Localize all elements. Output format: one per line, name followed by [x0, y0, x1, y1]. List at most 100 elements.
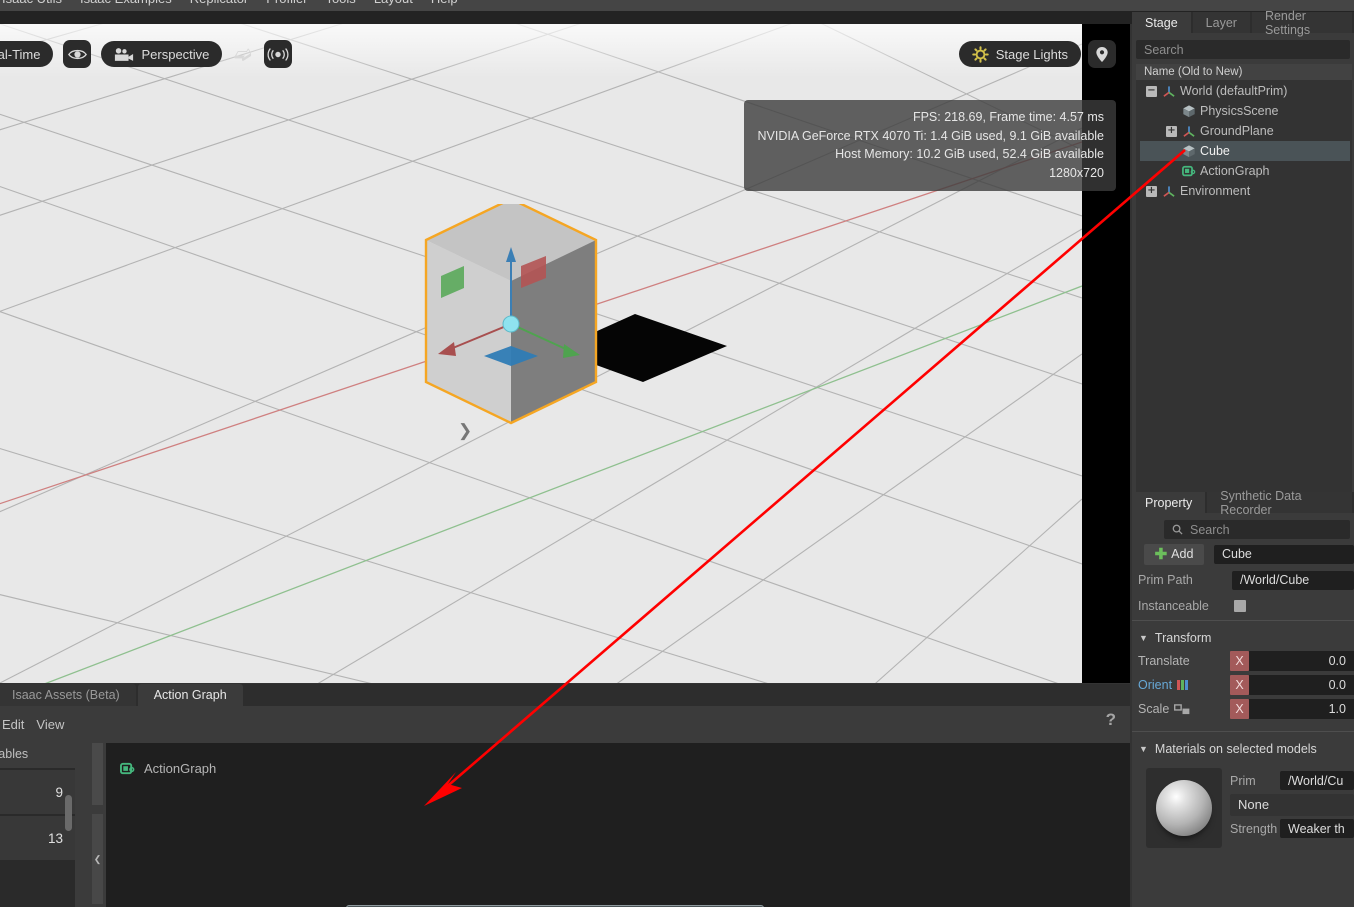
menu-item-replicator[interactable]: Replicator [190, 0, 249, 6]
stats-host-memory: Host Memory: 10.2 GiB used, 52.4 GiB ava… [835, 147, 1104, 161]
question-mark-icon[interactable]: ? [1106, 710, 1116, 730]
stage-search-placeholder: Search [1144, 42, 1184, 57]
material-sphere-preview-icon [1156, 780, 1212, 836]
location-pin-button[interactable] [1088, 40, 1116, 68]
viewport[interactable]: ❯ Real-Time Perspective [0, 24, 1130, 683]
instanceable-checkbox[interactable] [1234, 600, 1246, 612]
stats-resolution: 1280x720 [1049, 165, 1104, 180]
stage-tree[interactable]: − World (defaultPrim) PhysicsScene + GroundP… [1136, 80, 1352, 495]
property-search-input[interactable]: Search [1164, 520, 1350, 539]
menu-item-isaac-utils[interactable]: Isaac Utils [2, 0, 62, 6]
collapse-expander-icon[interactable]: − [1146, 85, 1157, 97]
stage-tree-item-label: Cube [1200, 144, 1230, 158]
graph-editor-tabstrip: Isaac Assets (Beta) Action Graph [0, 684, 1130, 706]
location-pin-icon [1096, 46, 1108, 62]
graph-canvas[interactable]: ActionGraph Cube [106, 743, 1130, 907]
scale-label-text: Scale [1138, 702, 1170, 716]
materials-title: Materials on selected models [1154, 742, 1317, 756]
materials-body: Prim /World/Cu None Strength Weaker th [1132, 760, 1354, 848]
tab-property[interactable]: Property [1132, 492, 1206, 513]
material-select-value[interactable]: None [1230, 793, 1354, 816]
graph-name-label: ActionGraph [144, 761, 217, 776]
stage-tree-item-label: PhysicsScene [1200, 104, 1279, 118]
material-preview[interactable] [1146, 768, 1222, 848]
variable-row[interactable]: 9 [0, 770, 75, 814]
variable-row[interactable]: 13 [0, 816, 75, 860]
menu-item-help[interactable]: Help [431, 0, 458, 6]
stage-tree-item-cube[interactable]: Cube [1140, 141, 1350, 161]
tab-render-settings[interactable]: Render Settings [1251, 9, 1352, 37]
stage-tree-item-physicsscene[interactable]: PhysicsScene [1140, 101, 1350, 121]
prim-path-field[interactable]: /World/Cube [1232, 570, 1354, 590]
tab-action-graph[interactable]: Action Graph [137, 684, 243, 706]
menu-item-layout[interactable]: Layout [374, 0, 413, 6]
instanceable-row: Instanceable [1132, 595, 1354, 617]
visibility-eye-button[interactable] [63, 40, 92, 68]
scale-label: Scale [1138, 702, 1230, 716]
orient-axis-x-badge[interactable]: X [1230, 675, 1249, 695]
stage-tree-item-world-defaultprim[interactable]: − World (defaultPrim) [1140, 81, 1350, 101]
menu-item-isaac-examples[interactable]: Isaac Examples [80, 0, 172, 6]
property-panel: Property Synthetic Data Recorder Search ✚… [1132, 489, 1354, 907]
orient-label: Orient [1138, 678, 1230, 692]
camera-icon [115, 47, 134, 61]
material-prim-value[interactable]: /World/Cu [1280, 771, 1354, 790]
stage-column-header[interactable]: Name (Old to New) [1136, 64, 1352, 80]
scale-row: Scale X 1.0 [1132, 697, 1354, 721]
panel-collapse-handle[interactable]: ❮ [92, 814, 103, 904]
stage-search-input[interactable]: Search [1136, 40, 1350, 59]
camera-selector-button[interactable]: Perspective [101, 41, 223, 67]
render-mode-button[interactable]: Real-Time [0, 41, 54, 67]
stage-column-header-label: Name (Old to New) [1144, 66, 1243, 78]
variables-scrollbar[interactable] [65, 795, 72, 831]
material-select-row: None [1230, 793, 1354, 816]
instanceable-label: Instanceable [1138, 599, 1209, 613]
camera-label: Perspective [141, 46, 210, 62]
variables-title: Variables [0, 747, 29, 761]
stage-tree-item-label: Environment [1180, 184, 1251, 198]
tab-layer[interactable]: Layer [1192, 12, 1250, 33]
translate-label: Translate [1138, 654, 1230, 668]
main-menu-bar: Isaac Utils Isaac Examples Replicator Profi… [0, 0, 1354, 11]
panel-divider-upper[interactable] [92, 743, 103, 805]
expand-expander-icon[interactable]: + [1146, 185, 1157, 197]
isaac-sim-window: Isaac Utils Isaac Examples Replicator Profi… [0, 0, 1354, 907]
orient-x-value[interactable]: 0.0 [1249, 675, 1354, 695]
translate-axis-x-badge[interactable]: X [1230, 651, 1249, 671]
viewport-toolbar-right: Stage Lights [958, 40, 1116, 68]
stage-tree-item-groundplane[interactable]: + GroundPlane [1140, 121, 1350, 141]
eye-icon [68, 49, 87, 59]
transform-section-header[interactable]: ▼ Transform [1139, 631, 1354, 645]
cube-icon [1182, 144, 1200, 158]
sensor-broadcast-button[interactable] [264, 40, 293, 68]
material-strength-value[interactable]: Weaker th [1280, 819, 1354, 838]
material-prim-row: Prim /World/Cu [1230, 770, 1354, 791]
material-strength-label: Strength [1230, 821, 1278, 836]
transform-title: Transform [1154, 631, 1212, 645]
property-name-row: ✚ Add Cube [1132, 543, 1354, 565]
tab-synthetic-data-recorder[interactable]: Synthetic Data Recorder [1207, 489, 1352, 517]
double-chevron-right-icon[interactable]: ➫ [232, 44, 254, 65]
graph-editor-menubar: Edit View [0, 706, 1130, 743]
expand-expander-icon[interactable]: + [1166, 125, 1177, 137]
translate-x-value[interactable]: 0.0 [1249, 651, 1354, 671]
variables-list[interactable]: 9 13 [0, 768, 75, 907]
graph-variables-panel: Variables 913 [0, 743, 97, 907]
chevron-down-icon: ▼ [1139, 633, 1148, 643]
translate-label-text: Translate [1138, 654, 1190, 668]
stage-tree-item-environment[interactable]: + Environment [1140, 181, 1350, 201]
scale-x-value[interactable]: 1.0 [1249, 699, 1354, 719]
materials-section-header[interactable]: ▼ Materials on selected models [1139, 742, 1354, 756]
stage-tree-item-actiongraph[interactable]: ActionGraph [1140, 161, 1350, 181]
add-property-button[interactable]: ✚ Add [1144, 543, 1204, 565]
graph-menu-view[interactable]: View [26, 717, 74, 732]
tab-stage[interactable]: Stage [1132, 12, 1191, 33]
stage-lights-button[interactable]: Stage Lights [958, 41, 1081, 67]
tab-isaac-assets-beta-[interactable]: Isaac Assets (Beta) [0, 684, 136, 706]
menu-item-profiler[interactable]: Profiler [266, 0, 307, 6]
property-search-placeholder: Search [1190, 522, 1230, 537]
selected-cube-3d[interactable]: ❯ [380, 204, 1080, 654]
menu-item-tools[interactable]: Tools [325, 0, 355, 6]
prim-name-field[interactable]: Cube [1214, 544, 1354, 564]
scale-axis-x-badge[interactable]: X [1230, 699, 1249, 719]
